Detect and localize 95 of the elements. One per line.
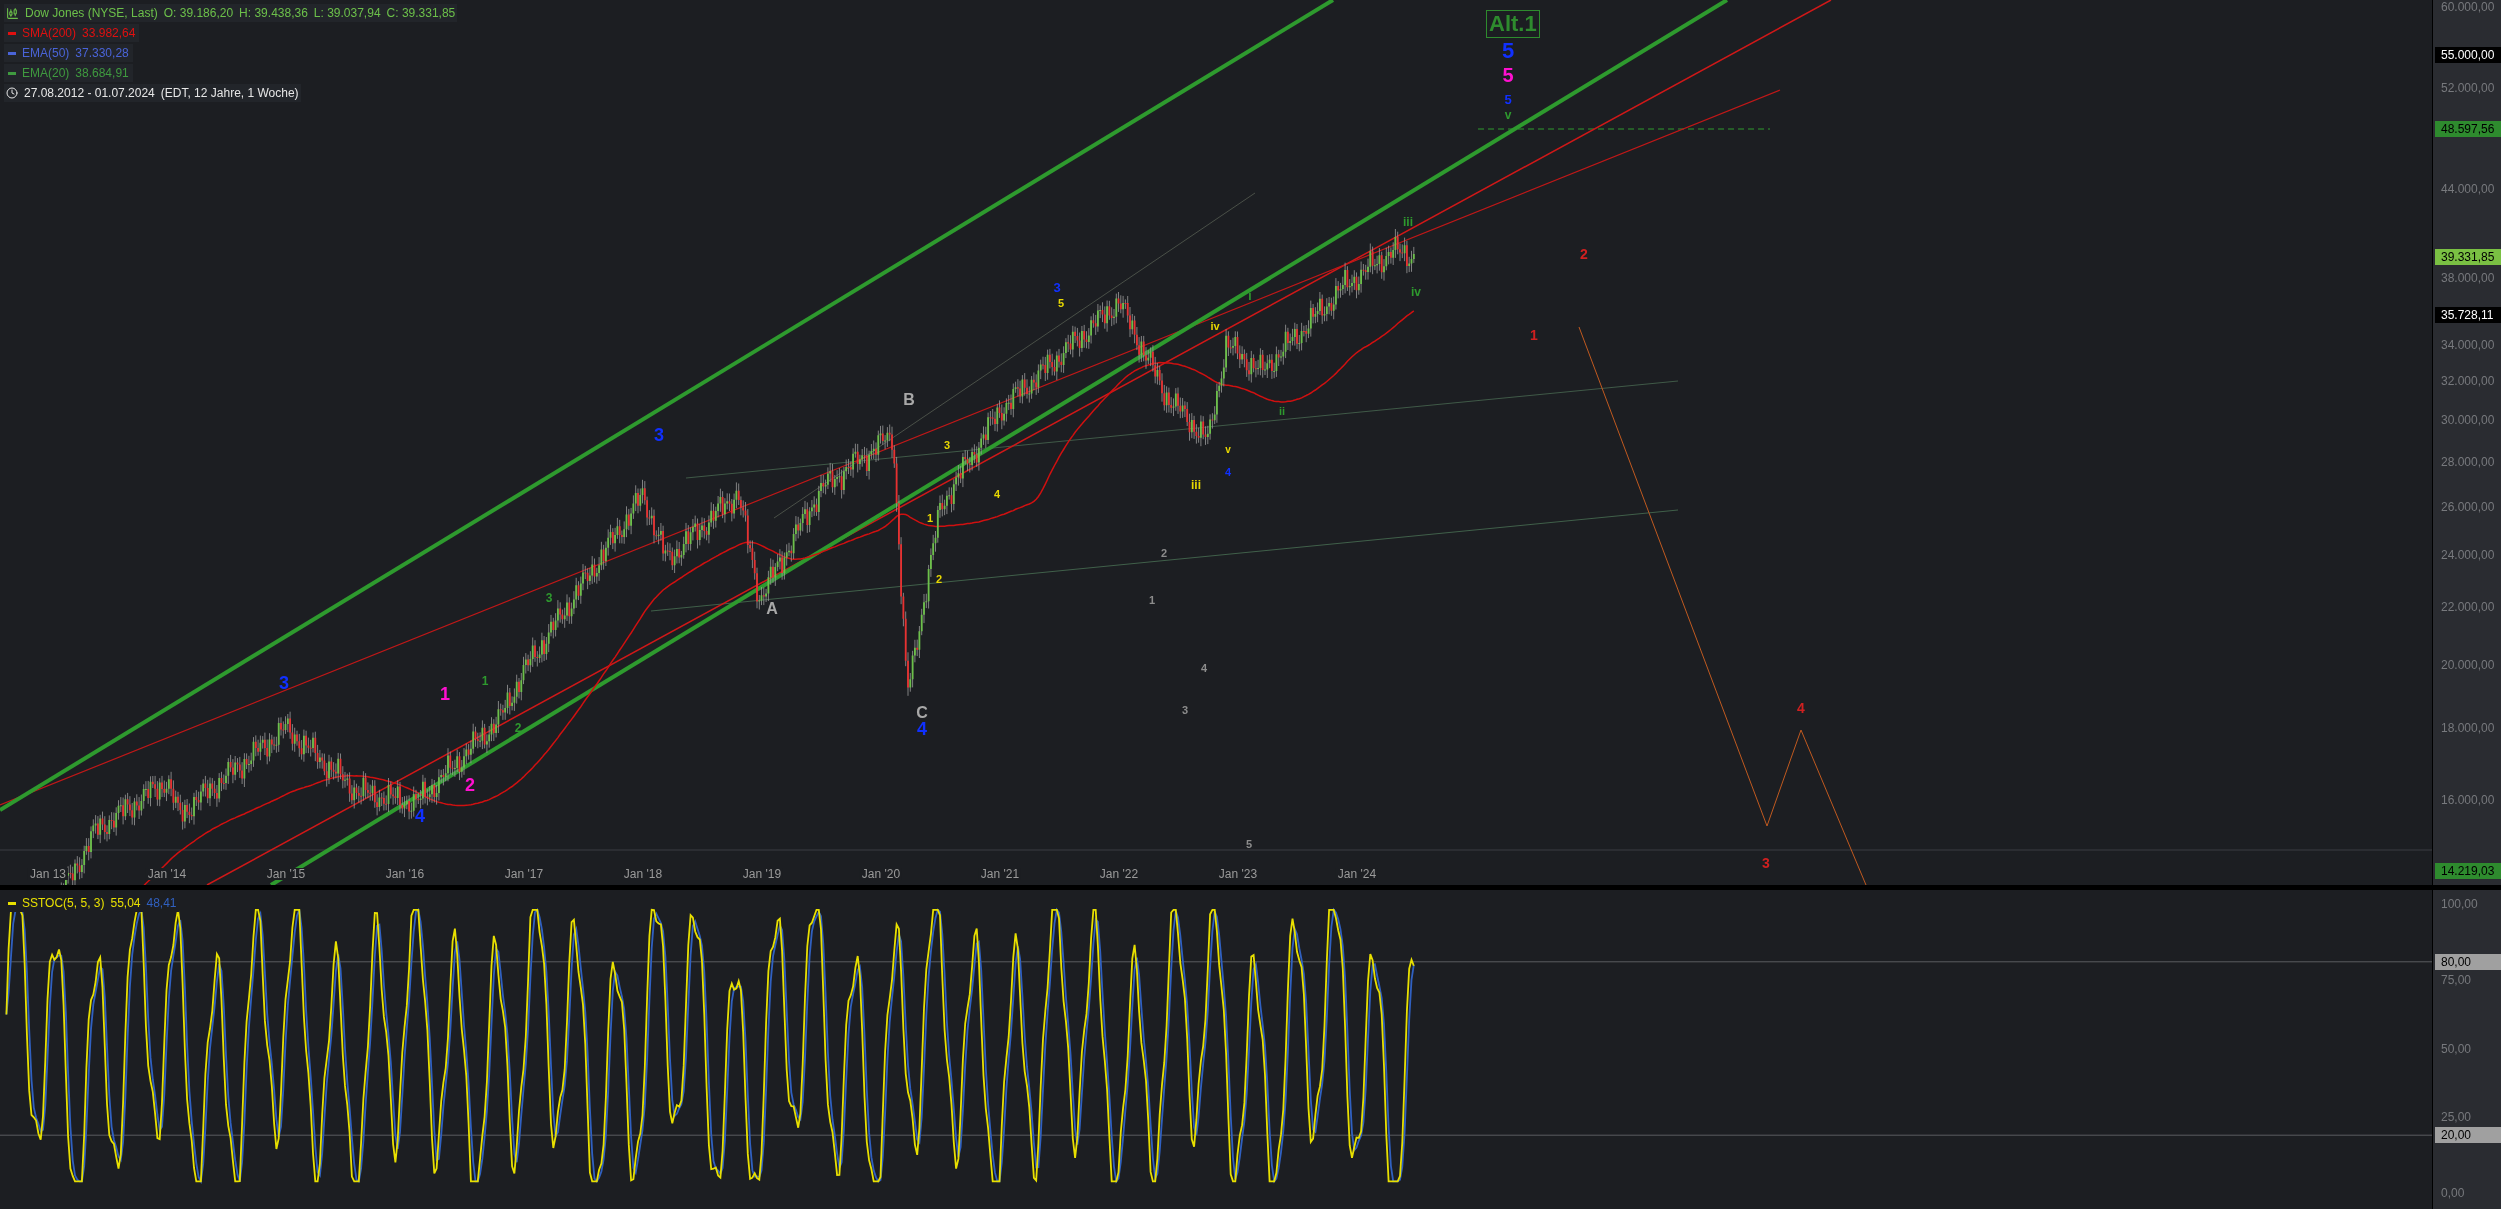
wave-label: 2 (1160, 547, 1168, 559)
time-axis-label: Jan '18 (621, 868, 665, 880)
time-axis-label: Jan '16 (383, 868, 427, 880)
price-axis-label: 38.000,00 (2441, 271, 2495, 284)
wave-label: 5 (1504, 92, 1512, 106)
time-axis-label: Jan '24 (1335, 868, 1379, 880)
wave-label: 3 (1762, 856, 1770, 870)
oscillator-name: SSTOC(5, 5, 3) (22, 895, 105, 912)
wave-label: ii (1278, 405, 1286, 417)
wave-label: iii (1191, 479, 1201, 491)
oscillator-axis-label: 0,00 (2441, 1187, 2465, 1199)
open-value: O: 39.186,20 (163, 5, 234, 22)
wave-label: 3 (545, 592, 553, 604)
indicator-name: EMA(50) (22, 45, 70, 62)
wave-label: 3 (1053, 280, 1061, 294)
level-marker: 20,00 (2435, 1127, 2501, 1144)
price-axis-label: 52.000,00 (2441, 82, 2495, 95)
oscillator-axis-label: 100,00 (2441, 898, 2478, 910)
date-range: 27.08.2012 - 01.07.2024 (24, 85, 155, 102)
wave-label: A (766, 601, 778, 617)
price-axis-label: 32.000,00 (2441, 375, 2495, 388)
time-axis-label: Jan '23 (1216, 868, 1260, 880)
wave-label: 5 (1057, 297, 1065, 309)
price-axis-label: 16.000,00 (2441, 793, 2495, 806)
wave-label: 4 (1224, 466, 1232, 478)
high-value: H: 39.438,36 (239, 5, 308, 22)
wave-label: 3 (654, 426, 664, 444)
oscillator-value: 48,41 (146, 895, 177, 912)
price-axis-label: 18.000,00 (2441, 722, 2495, 735)
clock-icon (6, 87, 18, 99)
low-value: L: 39.037,94 (313, 5, 381, 22)
price-marker: 35.728,11 (2435, 306, 2501, 323)
instrument-name: Dow Jones (NYSE, Last) (25, 5, 158, 22)
oscillator-axis-label: 50,00 (2441, 1042, 2472, 1055)
time-axis-label: Jan '20 (859, 868, 903, 880)
price-axis-label: 20.000,00 (2441, 658, 2495, 671)
time-axis-label: Jan '15 (264, 868, 308, 880)
time-axis-label: Jan 13 (28, 868, 68, 880)
wave-label: 2 (514, 722, 522, 734)
time-axis-label: Jan '17 (502, 868, 546, 880)
price-axis-label: 24.000,00 (2441, 548, 2495, 561)
time-axis-label: Jan '19 (740, 868, 784, 880)
price-axis-label: 60.000,00 (2441, 1, 2495, 13)
indicator-value: 37.330,28 (75, 45, 129, 62)
wave-label: 1 (1148, 594, 1156, 606)
wave-label: iii (1403, 216, 1413, 228)
wave-label: 5 (1502, 65, 1514, 85)
wave-label: 5 (1501, 40, 1515, 62)
wave-label: 4 (1797, 701, 1805, 715)
time-axis-label: Jan '21 (978, 868, 1022, 880)
level-marker: 80,00 (2435, 953, 2501, 970)
wave-label: 1 (481, 675, 489, 687)
wave-label: 4 (993, 488, 1001, 500)
range-details: (EDT, 12 Jahre, 1 Woche) (160, 85, 299, 102)
wave-label: 5 (1245, 838, 1253, 850)
indicator-name: EMA(20) (22, 65, 70, 82)
price-axis-label: 28.000,00 (2441, 455, 2495, 468)
indicator-name: SMA(200) (22, 25, 77, 42)
indicator-value: 33.982,64 (82, 25, 136, 42)
close-value: C: 39.331,85 (386, 5, 456, 22)
wave-label: v (1225, 445, 1231, 455)
time-axis-label: Jan '14 (145, 868, 189, 880)
wave-label: iv (1210, 320, 1220, 332)
wave-label: 4 (415, 807, 425, 825)
wave-label: v (1504, 109, 1512, 121)
price-axis-label: 34.000,00 (2441, 338, 2495, 351)
wave-label: 4 (917, 720, 927, 738)
price-axis-label: 44.000,00 (2441, 183, 2495, 196)
price-marker: 39.331,85 (2435, 248, 2501, 265)
price-marker: 48.597,56 (2435, 121, 2501, 138)
oscillator-axis-label: 25,00 (2441, 1110, 2472, 1123)
price-axis-label: 22.000,00 (2441, 601, 2495, 614)
wave-label: 2 (1580, 247, 1588, 261)
wave-label: B (903, 392, 915, 408)
oscillator-axis-label: 75,00 (2441, 974, 2472, 987)
price-marker: 55.000,00 (2435, 46, 2501, 63)
wave-label: 3 (943, 439, 951, 451)
price-axis-label: 30.000,00 (2441, 414, 2495, 427)
wave-label: 3 (1181, 704, 1189, 716)
time-axis-label: Jan '22 (1097, 868, 1141, 880)
wave-label: 2 (935, 573, 943, 585)
wave-label: iv (1411, 286, 1421, 298)
oscillator-value: 55,04 (110, 895, 141, 912)
candlestick-icon (6, 6, 19, 20)
annotation-box: Alt.1 (1486, 10, 1540, 38)
wave-label: 4 (1200, 662, 1208, 674)
wave-label: 1 (440, 685, 450, 703)
wave-label: 3 (279, 674, 289, 692)
wave-label: C (916, 705, 928, 721)
wave-label: 2 (465, 776, 475, 794)
wave-label: 1 (1530, 328, 1538, 342)
price-marker: 14.219,03 (2435, 862, 2501, 879)
wave-label: 1 (926, 512, 934, 524)
indicator-value: 38.684,91 (75, 65, 129, 82)
price-axis-label: 26.000,00 (2441, 500, 2495, 513)
